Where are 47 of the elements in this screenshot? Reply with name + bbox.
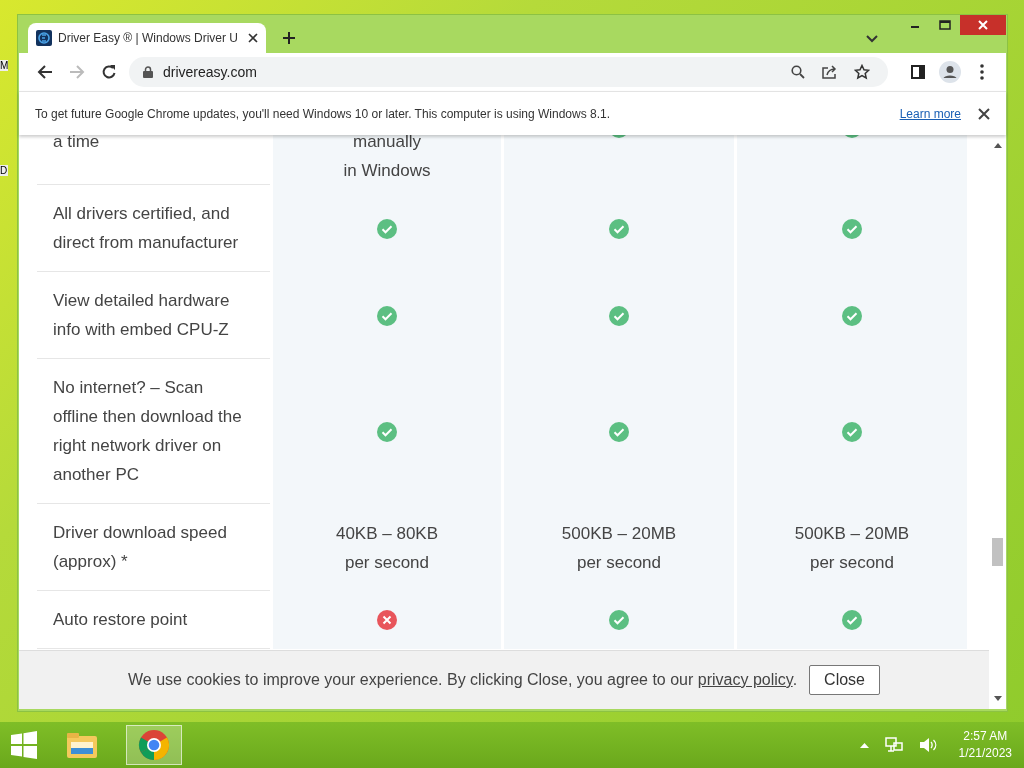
table-cell-text: manually in Windows: [343, 135, 431, 182]
close-icon[interactable]: [248, 33, 258, 43]
feature-label: Auto restore point: [53, 609, 189, 631]
feature-label: All drivers certified, and direct from manufacturer: [53, 203, 240, 254]
close-button[interactable]: Close: [809, 665, 880, 695]
cross-icon: [377, 610, 397, 630]
scroll-thumb[interactable]: [992, 538, 1003, 566]
desktop-icon-label: M: [0, 60, 9, 71]
privacy-policy-link[interactable]: privacy policy: [697, 671, 793, 688]
address-bar[interactable]: drivereasy.com: [129, 57, 888, 87]
network-icon[interactable]: [884, 737, 903, 753]
check-icon: [609, 421, 629, 442]
feature-label: Driver download speed (approx) *: [53, 522, 228, 573]
learn-more-link[interactable]: Learn more: [899, 106, 961, 121]
feature-label: a time: [53, 135, 101, 153]
new-tab-icon[interactable]: [282, 31, 296, 45]
check-icon: [842, 305, 862, 326]
check-icon: [842, 610, 862, 630]
check-icon: [377, 305, 397, 326]
favicon-icon: [36, 30, 52, 46]
check-icon: [842, 421, 862, 442]
show-hidden-icon[interactable]: [859, 742, 869, 748]
table-cell-text: 500KB – 20MB per second: [794, 522, 910, 574]
check-icon: [609, 305, 629, 326]
feature-label: View detailed hardware info with embed CPU-Z: [53, 290, 231, 341]
feature-label: No internet? – Scan offline then download the right network driver on another PC: [53, 377, 243, 486]
check-icon: [609, 218, 629, 239]
check-icon: [842, 218, 862, 239]
url-text: drivereasy.com: [163, 64, 257, 80]
taskbar-button[interactable]: [126, 725, 182, 765]
check-icon: [377, 218, 397, 239]
infobar-message: To get future Google Chrome updates, you'll need Windows 10 or later. This computer is using Windows 8.1.: [35, 106, 611, 121]
table-cell-text: 40KB – 80KB per second: [335, 522, 439, 574]
close-icon[interactable]: [978, 107, 990, 120]
chrome-icon: [137, 728, 171, 762]
scroll-up-icon[interactable]: [993, 143, 1002, 148]
windows-start-icon[interactable]: [10, 731, 38, 759]
chevron-icon[interactable]: [866, 35, 878, 43]
check-icon: [377, 421, 397, 442]
browser-tab[interactable]: Driver Easy ® | Windows Driver U: [28, 23, 266, 53]
table-cell-text: 500KB – 20MB per second: [561, 522, 677, 574]
desktop-icon-label: D: [0, 165, 9, 176]
check-icon: [609, 610, 629, 630]
cookie-message: We use cookies to improve your experience. By clicking Close, you agree to our privacy policy.: [128, 671, 798, 689]
lock-icon: [143, 66, 153, 78]
volume-icon[interactable]: [918, 737, 937, 753]
scroll-down-icon[interactable]: [993, 696, 1002, 701]
